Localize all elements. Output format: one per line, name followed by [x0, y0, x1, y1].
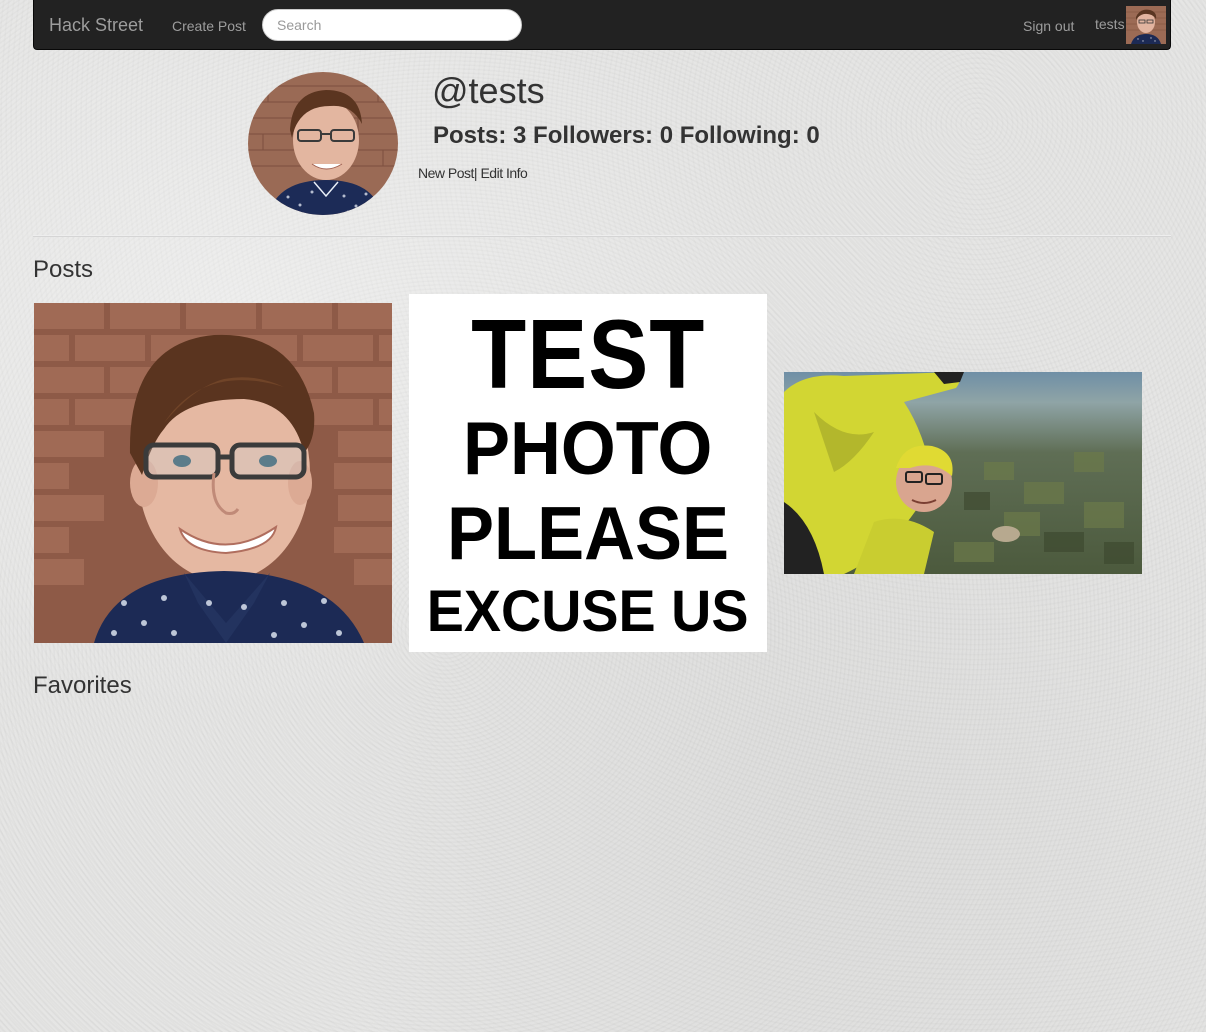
- test-photo-line-3: PLEASE: [446, 491, 730, 575]
- profile-avatar: [248, 72, 398, 215]
- portrait-photo: [34, 303, 392, 643]
- nav-username-link[interactable]: tests: [1095, 15, 1125, 33]
- top-navbar: Hack Street Create Post Sign out tests: [33, 0, 1171, 50]
- edit-info-link[interactable]: Edit Info: [480, 165, 527, 181]
- sign-out-link[interactable]: Sign out: [1023, 17, 1074, 35]
- post-thumbnail-test-photo[interactable]: TEST PHOTO PLEASE EXCUSE US: [409, 294, 767, 652]
- test-photo-line-1: TEST: [470, 299, 706, 409]
- nav-avatar-image: [1126, 6, 1166, 44]
- profile-handle: @tests: [432, 70, 545, 111]
- post-thumbnail-skydiving[interactable]: [784, 372, 1142, 574]
- profile-divider: [33, 235, 1171, 237]
- profile-avatar-image: [248, 72, 398, 215]
- post-thumbnail-portrait[interactable]: [34, 303, 392, 643]
- favorites-heading: Favorites: [33, 672, 132, 699]
- test-photo-line-4: EXCUSE US: [427, 579, 749, 644]
- test-photo-line-2: PHOTO: [463, 406, 713, 490]
- posts-heading: Posts: [33, 256, 94, 283]
- profile-stats: Posts: 3 Followers: 0 Following: 0: [433, 122, 820, 149]
- profile-actions: New Post| Edit Info: [418, 164, 528, 182]
- skydiving-photo: [784, 372, 1142, 574]
- new-post-link[interactable]: New Post: [418, 165, 474, 181]
- nav-avatar[interactable]: [1126, 6, 1166, 44]
- create-post-link[interactable]: Create Post: [172, 17, 246, 35]
- brand-link[interactable]: Hack Street: [49, 15, 143, 35]
- search-input[interactable]: [262, 9, 522, 41]
- actions-separator: |: [473, 165, 478, 181]
- test-photo-sign: TEST PHOTO PLEASE EXCUSE US: [409, 294, 767, 652]
